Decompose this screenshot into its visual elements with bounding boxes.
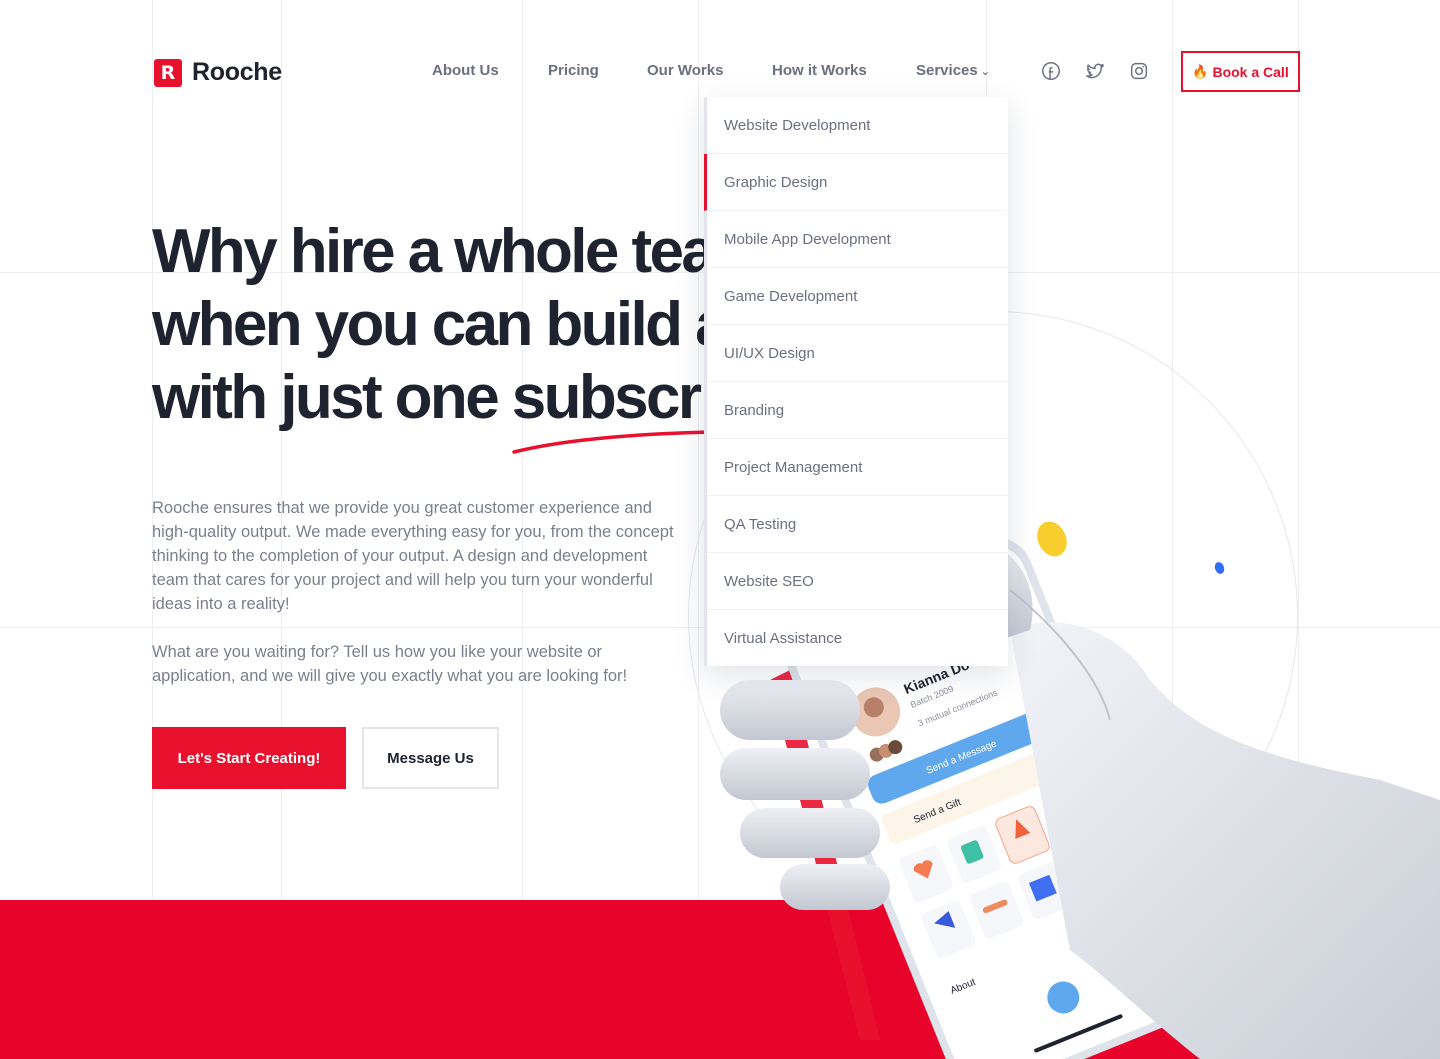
logo-mark-icon: R	[154, 58, 182, 87]
dropdown-item-qa-testing[interactable]: QA Testing	[707, 496, 1008, 553]
facebook-icon[interactable]	[1040, 60, 1062, 82]
headline-underline	[512, 430, 712, 454]
dropdown-item-branding[interactable]: Branding	[707, 382, 1008, 439]
dropdown-item-project-management[interactable]: Project Management	[707, 439, 1008, 496]
instagram-icon[interactable]	[1128, 60, 1150, 82]
nav-pricing[interactable]: Pricing	[548, 62, 599, 79]
nav-how-it-works[interactable]: How it Works	[772, 62, 867, 79]
nav-our-works[interactable]: Our Works	[647, 62, 723, 79]
dropdown-item-graphic-design[interactable]: Graphic Design	[704, 154, 1005, 211]
start-creating-button[interactable]: Let's Start Creating!	[152, 727, 346, 789]
fire-icon: 🔥	[1192, 63, 1209, 79]
logo[interactable]: R Rooche	[154, 58, 282, 87]
hero-paragraph: Rooche ensures that we provide you great…	[152, 499, 674, 613]
dropdown-item-website-seo[interactable]: Website SEO	[707, 553, 1008, 610]
dropdown-item-website-development[interactable]: Website Development	[707, 97, 1008, 154]
message-us-button[interactable]: Message Us	[362, 727, 499, 789]
services-dropdown: Website Development Graphic Design Mobil…	[704, 97, 1008, 666]
hero-paragraph: What are you waiting for? Tell us how yo…	[152, 643, 628, 685]
dropdown-item-virtual-assistance[interactable]: Virtual Assistance	[707, 610, 1008, 667]
book-a-call-label: Book a Call	[1212, 63, 1289, 80]
dropdown-item-ui-ux-design[interactable]: UI/UX Design	[707, 325, 1008, 382]
nav-services[interactable]: Services ⌄	[916, 62, 990, 79]
logo-letter: R	[160, 61, 176, 84]
dropdown-item-mobile-app-development[interactable]: Mobile App Development	[707, 211, 1008, 268]
chevron-down-icon: ⌄	[980, 66, 990, 78]
twitter-icon[interactable]	[1084, 60, 1106, 82]
dropdown-item-game-development[interactable]: Game Development	[707, 268, 1008, 325]
nav-about-us[interactable]: About Us	[432, 62, 499, 79]
logo-text: Rooche	[192, 58, 282, 86]
nav-services-label: Services	[916, 62, 978, 79]
book-a-call-button[interactable]: 🔥 Book a Call	[1181, 51, 1300, 92]
